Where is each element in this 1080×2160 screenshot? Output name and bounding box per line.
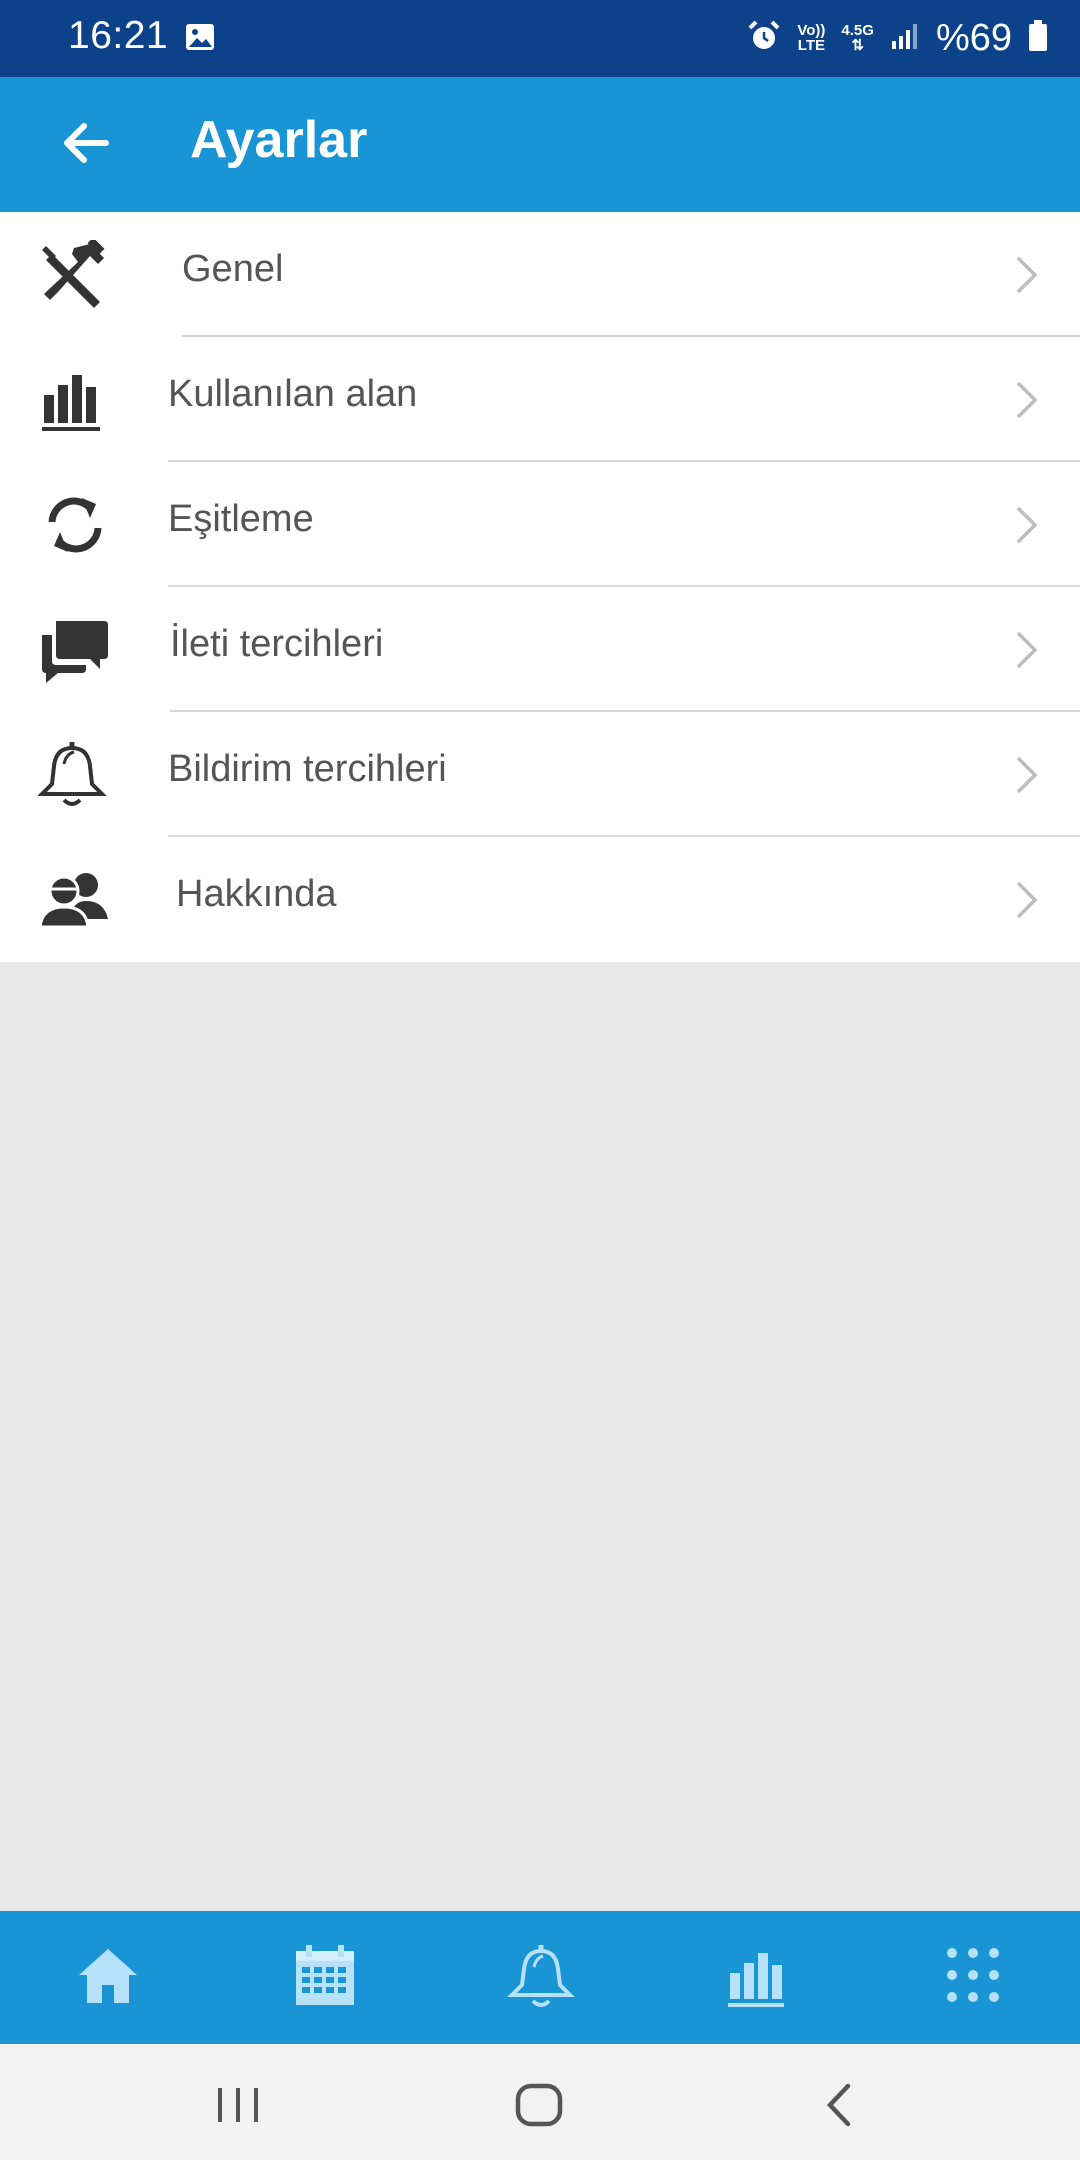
back-arrow-icon[interactable] [56, 113, 116, 173]
settings-item-storage[interactable]: Kullanılan alan [0, 337, 1080, 462]
settings-item-label: Genel [182, 248, 284, 290]
sync-icon [38, 490, 112, 560]
chevron-right-icon [1010, 627, 1042, 673]
calendar-icon[interactable] [290, 1943, 360, 2009]
battery-icon [1028, 19, 1048, 57]
tools-icon [38, 237, 112, 310]
chevron-right-icon [1010, 877, 1042, 923]
settings-item-label: Kullanılan alan [168, 373, 418, 415]
settings-item-about[interactable]: Hakkında [0, 837, 1080, 962]
settings-item-sync[interactable]: Eşitleme [0, 462, 1080, 587]
bottom-navigation [0, 1908, 1080, 2047]
network-speed-indicator: 4.5G ⇅ [841, 22, 874, 54]
settings-item-message-preferences[interactable]: İleti tercihleri [0, 587, 1080, 712]
status-bar: 16:21 Vo)) LTE 4.5G ⇅ %69 [0, 0, 1080, 77]
home-circle-icon[interactable] [510, 2080, 570, 2130]
settings-item-label: İleti tercihleri [170, 623, 384, 665]
signal-icon [890, 21, 920, 56]
bar-chart-icon[interactable] [722, 1943, 792, 2009]
chevron-right-icon [1010, 252, 1042, 298]
gallery-notification-icon [184, 22, 216, 57]
app-bar: Ayarlar [0, 77, 1080, 212]
chevron-right-icon [1010, 502, 1042, 548]
page-title: Ayarlar [190, 111, 368, 169]
bar-chart-icon [38, 365, 112, 435]
battery-percentage: %69 [935, 16, 1012, 59]
settings-item-notification-preferences[interactable]: Bildirim tercihleri [0, 712, 1080, 837]
settings-item-label: Bildirim tercihleri [168, 748, 447, 790]
settings-item-label: Eşitleme [168, 498, 314, 540]
alarm-icon [747, 19, 781, 58]
chat-icon [38, 615, 112, 685]
settings-item-label: Hakkında [176, 873, 337, 915]
status-time: 16:21 [68, 14, 169, 57]
settings-item-general[interactable]: Genel [0, 212, 1080, 337]
users-icon [38, 865, 112, 935]
settings-list: Genel Kullanılan alan Eşitleme İleti ter… [0, 212, 1080, 962]
bell-icon[interactable] [506, 1943, 576, 2009]
system-navigation-bar [0, 2044, 1080, 2160]
chevron-right-icon [1010, 377, 1042, 423]
bell-icon [37, 740, 112, 810]
back-chevron-icon[interactable] [812, 2080, 872, 2130]
chevron-right-icon [1010, 752, 1042, 798]
grid-menu-icon[interactable] [938, 1943, 1008, 2009]
recent-apps-icon[interactable] [208, 2080, 268, 2130]
home-icon[interactable] [73, 1943, 143, 2009]
volte-indicator: Vo)) LTE [797, 22, 826, 54]
